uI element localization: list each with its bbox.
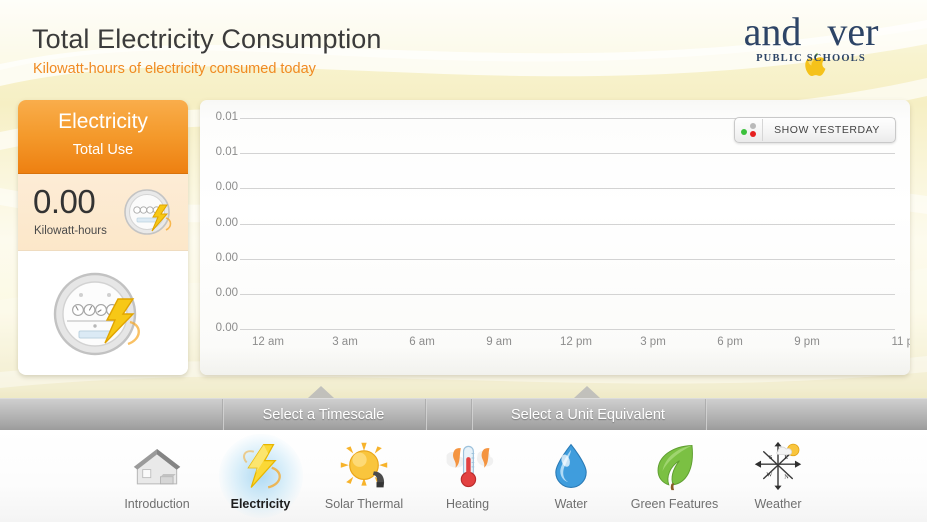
logo-subtitle: PUBLIC SCHOOLS: [756, 53, 866, 64]
chart-y-tick-label: 0.00: [215, 181, 238, 193]
nav-item-heating[interactable]: Heating: [409, 430, 527, 522]
chart-x-tick-label: 12 am: [252, 336, 284, 348]
chart-x-tick-label: 3 am: [332, 336, 358, 348]
chart-x-tick-label: 6 am: [409, 336, 435, 348]
timescale-chevron-up-icon: [308, 386, 334, 398]
chart-x-axis-labels: 12 am 3 am 6 am 9 am 12 pm 3 pm 6 pm 9 pm 11 pm: [240, 336, 910, 356]
chart-gridline: [240, 294, 895, 295]
show-yesterday-label: SHOW YESTERDAY: [774, 124, 880, 136]
nav-item-label: Water: [554, 497, 588, 511]
select-unit-label: Select a Unit Equivalent: [511, 407, 665, 423]
logo-word-before: and: [743, 9, 802, 54]
logo-word-after: ver: [827, 9, 879, 54]
weather-vane-icon: [748, 437, 808, 495]
summary-card-illustration: [18, 251, 188, 373]
nav-item-label: Solar Thermal: [324, 497, 404, 511]
legend-dots-icon: [737, 119, 764, 141]
house-icon: [127, 437, 187, 495]
page-subtitle: Kilowatt-hours of electricity consumed t…: [33, 61, 316, 77]
summary-value: 0.00: [33, 183, 96, 220]
nav-item-green-features[interactable]: Green Features: [616, 430, 734, 522]
chart-gridline: [240, 153, 895, 154]
chart-gridline: [240, 188, 895, 189]
legend-dot-red: [750, 131, 757, 137]
chart-x-tick-label: 6 pm: [717, 336, 743, 348]
chart-x-tick-label: 3 pm: [640, 336, 666, 348]
electric-meter-icon: [122, 187, 180, 244]
chart-x-tick-label: 9 pm: [794, 336, 820, 348]
chart-x-tick-label: 9 am: [486, 336, 512, 348]
nav-item-label: Introduction: [124, 497, 190, 511]
nav-item-label: Electricity: [230, 497, 291, 511]
thermometer-icon: [438, 437, 498, 495]
summary-card-header: Electricity Total Use: [18, 100, 188, 174]
nav-item-label: Green Features: [630, 497, 719, 511]
nav-item-label: Weather: [754, 497, 802, 511]
nav-item-label: Heating: [445, 497, 490, 511]
leaf-icon: [645, 437, 705, 495]
nav-item-introduction[interactable]: Introduction: [98, 430, 216, 522]
show-yesterday-button[interactable]: SHOW YESTERDAY: [734, 117, 896, 143]
select-timescale-button[interactable]: Select a Timescale: [222, 399, 425, 431]
page-title: Total Electricity Consumption: [32, 24, 382, 54]
chart-y-tick-label: 0.00: [215, 322, 238, 334]
chart-y-tick-label: 0.01: [215, 146, 238, 158]
water-drop-icon: [541, 437, 601, 495]
dashboard-root: Total Electricity Consumption Kilowatt-h…: [0, 0, 927, 522]
chart-y-tick-label: 0.01: [215, 111, 238, 123]
legend-dot-gray: [750, 123, 757, 129]
chart-x-tick-label: 11 pm: [891, 336, 910, 348]
chart-plot-area[interactable]: [240, 118, 895, 330]
summary-card-subtitle: Total Use: [72, 142, 134, 158]
andover-public-schools-logo: and ver PUBLIC SCHOOLS: [711, 9, 911, 77]
chart-panel: 0.01 0.01 0.00 0.00 0.00 0.00 0.00 12 am 3 am 6 …: [200, 100, 910, 375]
sun-icon: [334, 437, 394, 495]
select-unit-equivalent-button[interactable]: Select a Unit Equivalent: [471, 399, 705, 431]
nav-item-water[interactable]: Water: [512, 430, 630, 522]
logo-wordmark: and ver: [711, 9, 911, 77]
selector-divider-mid-a: [425, 399, 427, 431]
summary-card-value-section: 0.00 Kilowatt-hours: [18, 174, 188, 251]
chart-y-tick-label: 0.00: [215, 252, 238, 264]
chart-gridline: [240, 224, 895, 225]
legend-dot-green: [741, 129, 748, 135]
unit-chevron-up-icon: [574, 386, 600, 398]
select-timescale-label: Select a Timescale: [262, 407, 385, 423]
nav-item-weather[interactable]: Weather: [719, 430, 837, 522]
nav-item-electricity[interactable]: Electricity: [202, 430, 320, 522]
electric-meter-large-icon: [50, 269, 155, 366]
bottom-navigation: Introduction Electricity Solar Thermal Heat…: [0, 430, 927, 522]
chart-gridline: [240, 329, 895, 330]
summary-card-title: Electricity: [58, 110, 148, 133]
chart-y-tick-label: 0.00: [215, 287, 238, 299]
selector-divider-right: [705, 399, 707, 431]
nav-item-solar-thermal[interactable]: Solar Thermal: [305, 430, 423, 522]
chart-x-tick-label: 12 pm: [560, 336, 592, 348]
summary-unit: Kilowatt-hours: [34, 225, 107, 237]
chart-gridline: [240, 259, 895, 260]
lightning-bolt-icon: [231, 437, 291, 495]
selector-bar: Select a Timescale Select a Unit Equival…: [0, 398, 927, 431]
page-header: Total Electricity Consumption Kilowatt-h…: [0, 0, 927, 95]
electricity-summary-card: Electricity Total Use 0.00 Kilowatt-hour…: [18, 100, 188, 375]
chart-y-axis-labels: 0.01 0.01 0.00 0.00 0.00 0.00 0.00: [200, 111, 238, 334]
chart-y-tick-label: 0.00: [215, 217, 238, 229]
